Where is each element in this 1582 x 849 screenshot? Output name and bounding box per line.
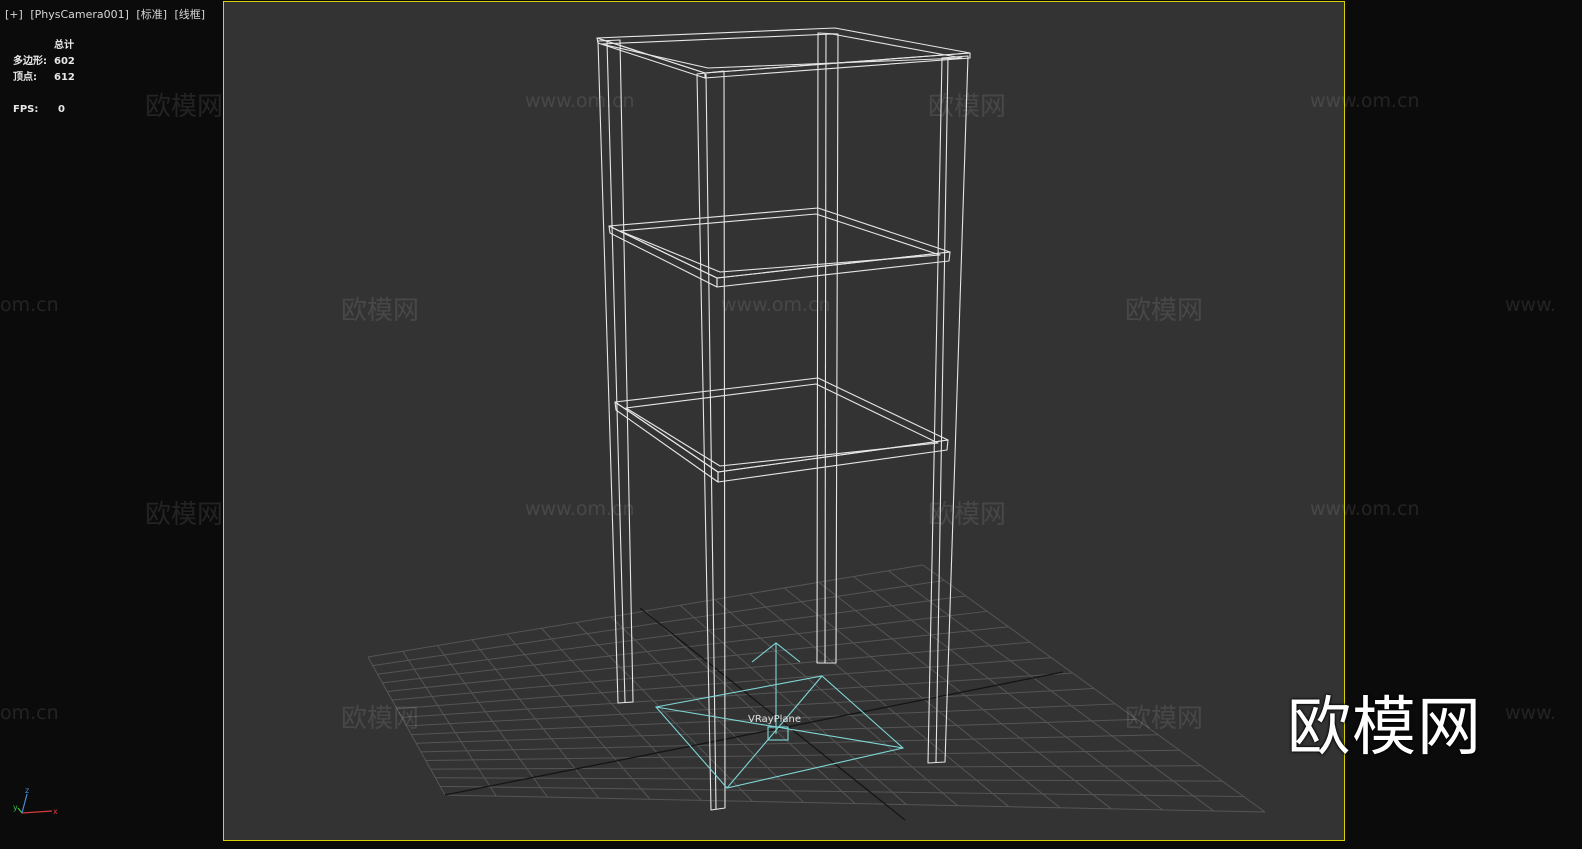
axis-tripod-icon: x z y	[13, 786, 58, 816]
watermark-url-fragment: om.cn	[0, 702, 59, 724]
polygons-label: 多边形:	[13, 56, 47, 67]
viewport-general-menu[interactable]: [+]	[5, 8, 23, 21]
watermark-url: www.om.cn	[721, 294, 831, 316]
vertices-label: 顶点:	[13, 72, 37, 83]
shelf-lower	[614, 377, 949, 483]
viewport-label-menu[interactable]: [+] [PhysCamera001] [标准] [线框]	[5, 6, 209, 22]
axis-x-label: x	[53, 807, 58, 816]
vrayplane-name-label: VRayPlane	[748, 714, 801, 725]
watermark-url-fragment: om.cn	[0, 294, 59, 316]
fps-value: 0	[58, 104, 65, 115]
viewport-point-of-view-menu[interactable]: [PhysCamera001]	[30, 8, 129, 21]
axis-z-label: z	[25, 786, 29, 795]
stats-header: 总计	[54, 40, 74, 51]
viewport-root[interactable]: VRayPlane 欧模网 www.om.cn 欧模网 www.om.cn om…	[0, 0, 1582, 849]
watermark-site: 欧模网	[145, 92, 224, 122]
watermark-site: 欧模网	[928, 500, 1007, 530]
top-frame	[596, 27, 971, 79]
watermark-site: 欧模网	[341, 704, 420, 734]
polygons-value: 602	[54, 56, 75, 67]
axis-y-label: y	[13, 803, 18, 812]
watermark-url-fragment: www.	[1505, 294, 1556, 316]
viewport-statistics: 总计 多边形: 602 顶点: 612 FPS: 0	[13, 38, 98, 118]
watermark-site: 欧模网	[145, 500, 224, 530]
watermark-site: 欧模网	[341, 296, 420, 326]
watermark-site: 欧模网	[928, 92, 1007, 122]
shelf-wireframe[interactable]	[596, 27, 971, 811]
leg-front-left	[696, 70, 726, 811]
leg-back-left	[597, 39, 634, 704]
watermark-site: 欧模网	[1125, 296, 1204, 326]
watermark-site: 欧模网	[1125, 704, 1204, 734]
watermark-url: www.om.cn	[1310, 498, 1420, 520]
brand-logo: 欧模网	[1287, 691, 1482, 765]
watermark-url: www.om.cn	[525, 90, 635, 112]
shelf-middle	[608, 207, 951, 288]
fps-label: FPS:	[13, 104, 39, 115]
watermark-url-fragment: www.	[1505, 702, 1556, 724]
watermark-url: www.om.cn	[525, 498, 635, 520]
vertices-value: 612	[54, 72, 75, 83]
watermark-url: www.om.cn	[1310, 90, 1420, 112]
viewport-shading-preset-menu[interactable]: [标准]	[136, 8, 167, 21]
viewport-visual-style-menu[interactable]: [线框]	[175, 8, 206, 21]
ground-grid	[367, 564, 1266, 813]
leg-front-right	[927, 55, 969, 764]
leg-back-right	[816, 32, 839, 664]
